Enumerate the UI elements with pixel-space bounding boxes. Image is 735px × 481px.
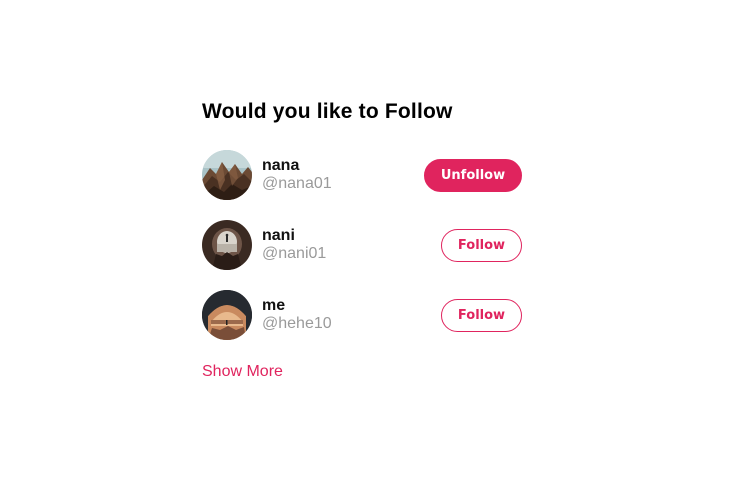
user-handle: @nani01 [262,245,327,262]
user-names: me @hehe10 [262,297,332,333]
panel-title: Would you like to Follow [202,100,453,123]
avatar-mountain-image [202,150,252,200]
follow-suggestions-panel: Would you like to Follow nana @nana01 Un… [202,98,522,382]
user-names: nana @nana01 [262,157,332,193]
follow-button[interactable]: Follow [441,229,522,262]
user-name: me [262,297,286,314]
show-more-link[interactable]: Show More [202,362,283,382]
user-handle: @hehe10 [262,315,332,332]
avatar[interactable] [202,150,252,200]
user-name: nana [262,157,300,174]
follow-button[interactable]: Follow [441,299,522,332]
user-handle: @nana01 [262,175,332,192]
list-item: me @hehe10 Follow [202,290,522,340]
unfollow-button[interactable]: Unfollow [424,159,522,192]
avatar[interactable] [202,220,252,270]
avatar[interactable] [202,290,252,340]
list-item: nana @nana01 Unfollow [202,150,522,200]
user-names: nani @nani01 [262,227,326,263]
avatar-arch-image [202,290,252,340]
user-list: nana @nana01 Unfollow nani @nani01 Follo… [202,150,522,340]
list-item: nani @nani01 Follow [202,220,522,270]
user-name: nani [262,227,295,244]
avatar-cave-image [202,220,252,270]
